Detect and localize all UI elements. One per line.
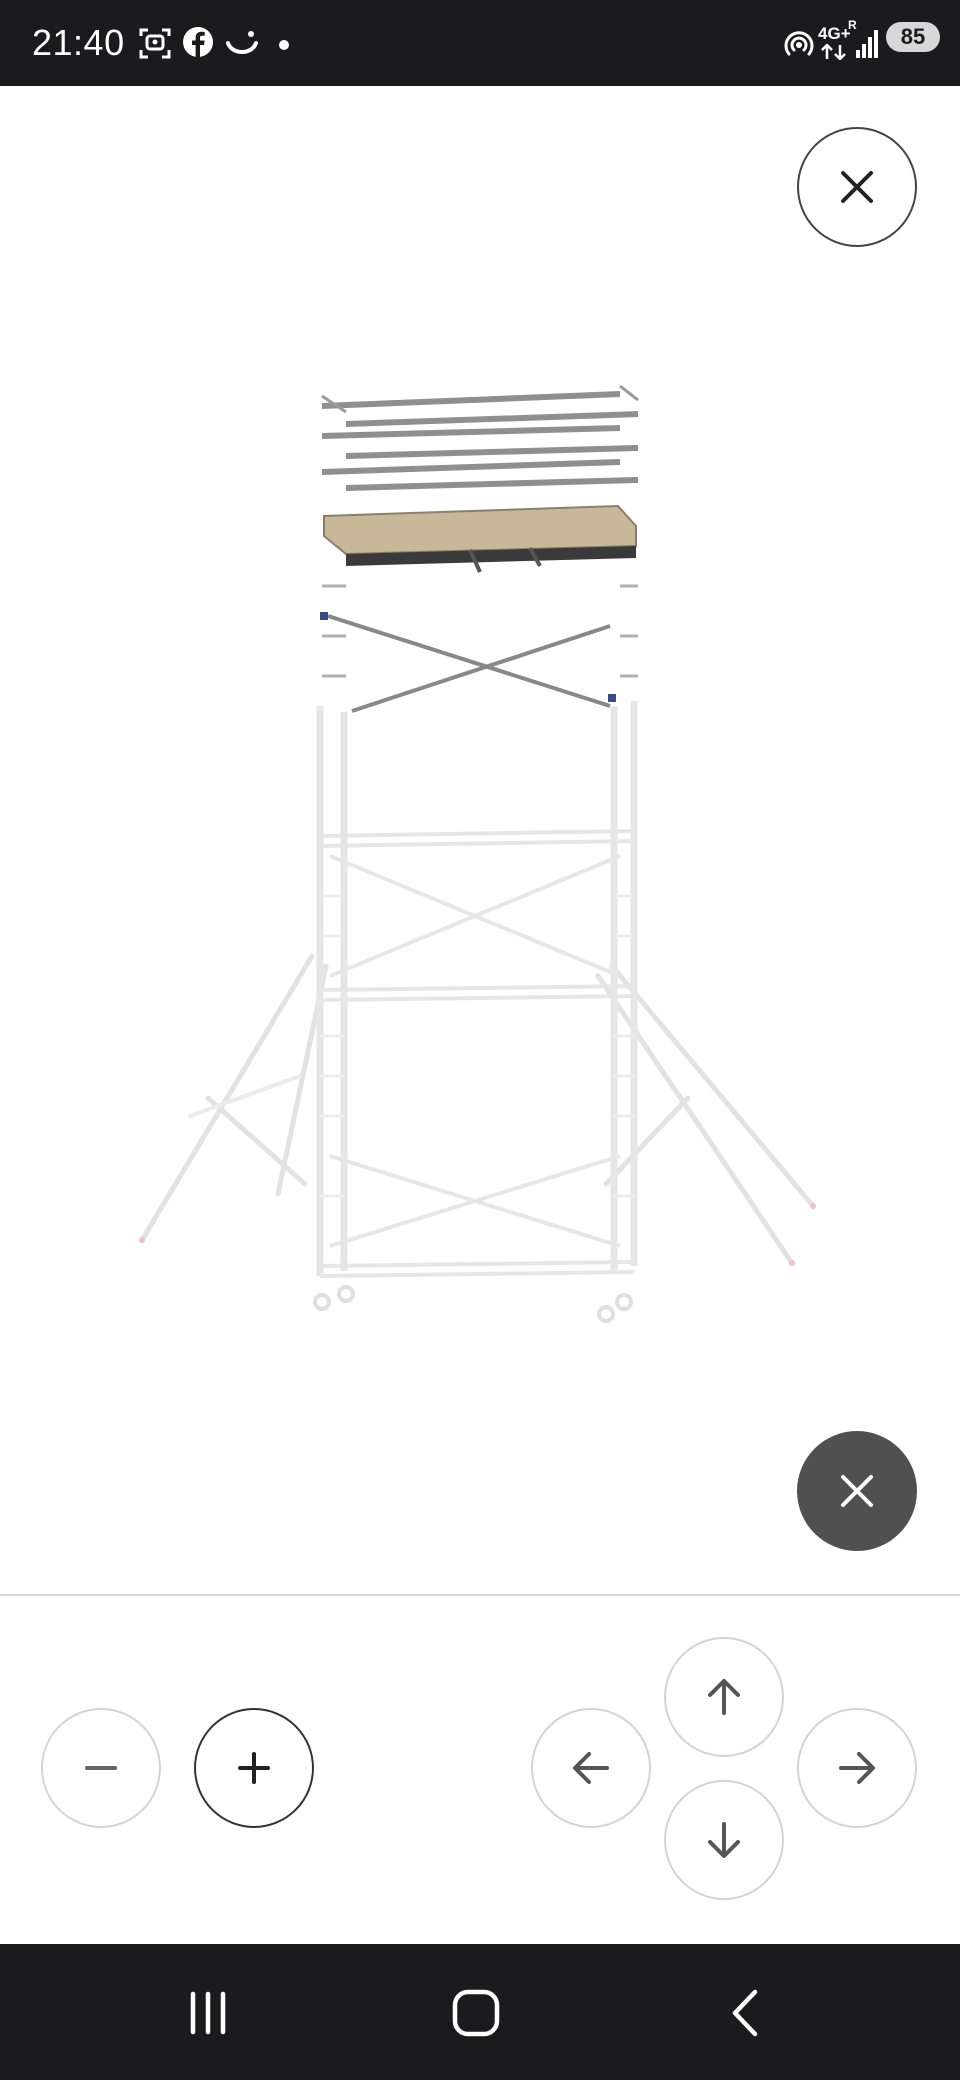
- dot-icon: [278, 38, 290, 56]
- signal-icon: [856, 30, 880, 63]
- zoom-in-button[interactable]: [194, 1708, 314, 1828]
- mobile-scaffold-tower-icon: [139, 376, 816, 1323]
- pan-right-button[interactable]: [797, 1708, 917, 1828]
- arrow-down-icon: [708, 1822, 740, 1858]
- zoom-out-button[interactable]: [41, 1708, 161, 1828]
- plus-icon: [238, 1752, 270, 1784]
- screenshot-icon: [138, 26, 172, 65]
- home-icon: [452, 1989, 500, 2037]
- status-bar: 21:40 4G+ R 85: [0, 0, 960, 86]
- recents-button[interactable]: [158, 1978, 258, 2048]
- pan-down-button[interactable]: [664, 1780, 784, 1900]
- arrow-right-icon: [839, 1752, 875, 1784]
- facebook-icon: [182, 26, 214, 63]
- network-label: 4G+: [818, 24, 851, 43]
- close-icon: [841, 171, 873, 203]
- hotspot-icon: [782, 28, 816, 67]
- status-time: 21:40: [32, 22, 125, 63]
- arrow-up-icon: [708, 1679, 740, 1715]
- pan-up-button[interactable]: [664, 1637, 784, 1757]
- recents-icon: [190, 1991, 226, 2035]
- home-button[interactable]: [426, 1978, 526, 2048]
- zoom-pan-controls: [0, 1596, 960, 1944]
- back-icon: [732, 1989, 758, 2037]
- arrow-left-icon: [573, 1752, 609, 1784]
- dismiss-overlay-button[interactable]: [797, 1431, 917, 1551]
- close-icon: [841, 1475, 873, 1507]
- back-button[interactable]: [695, 1978, 795, 2048]
- battery-icon: 85: [886, 22, 940, 52]
- navigation-bar: [0, 1944, 960, 2080]
- smile-icon: [224, 26, 260, 65]
- image-viewer[interactable]: [0, 86, 960, 1594]
- close-button[interactable]: [797, 127, 917, 247]
- network-4g-icon: 4G+ R: [818, 18, 857, 64]
- pan-left-button[interactable]: [531, 1708, 651, 1828]
- minus-icon: [85, 1766, 117, 1770]
